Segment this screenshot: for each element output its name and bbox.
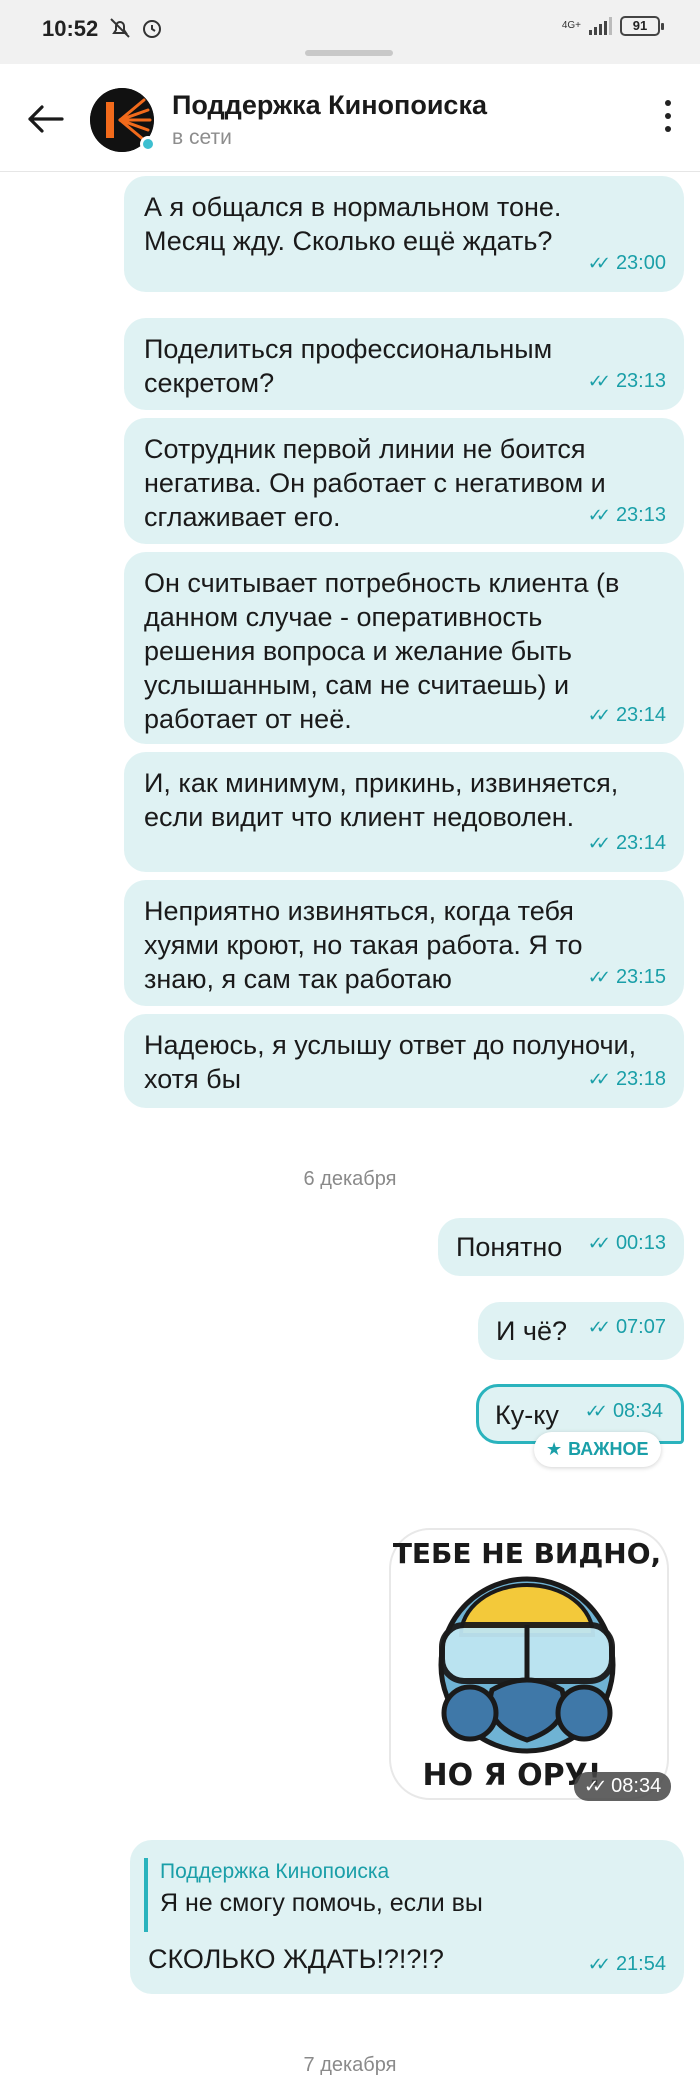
quoted-message[interactable]: Поддержка Кинопоиска Я не смогу помочь, …: [144, 1858, 483, 1932]
status-right: 4G+ 91: [561, 16, 664, 36]
double-check-icon: ✓✓: [587, 505, 611, 525]
message-time: 23:13: [615, 504, 666, 526]
double-check-icon: ✓✓: [584, 1776, 607, 1796]
message-time: 00:13: [615, 1232, 666, 1254]
message-meta: ✓✓ 23:00: [588, 246, 666, 280]
date-separator: 7 декабря: [303, 2054, 397, 2076]
status-time: 10:52: [42, 16, 99, 41]
double-check-icon: ✓✓: [587, 1317, 611, 1337]
sticker-text-top: ТЕБЕ НЕ ВИДНО,: [393, 1537, 661, 1570]
double-check-icon: ✓✓: [587, 833, 611, 853]
sticker-meta: ✓✓ 08:34: [574, 1772, 672, 1801]
double-check-icon: ✓✓: [587, 253, 611, 273]
sticker[interactable]: ТЕБЕ НЕ ВИДНО, НО Я ОРУ!: [384, 1515, 674, 1805]
message-meta: ✓✓ 23:18: [588, 1062, 666, 1096]
message-bubble[interactable]: И чё? ✓✓ 07:07: [478, 1302, 684, 1360]
status-icons: [108, 16, 164, 40]
network-label: 4G+: [561, 20, 581, 31]
message-time: 23:18: [615, 1068, 666, 1090]
message-time: 21:54: [615, 1953, 666, 1975]
message-meta: ✓✓ 23:15: [588, 960, 666, 994]
double-check-icon: ✓✓: [587, 1233, 611, 1253]
message-bubble[interactable]: Надеюсь, я услышу ответ до полуночи, хот…: [124, 1014, 684, 1108]
double-check-icon: ✓✓: [587, 967, 611, 987]
online-indicator: [140, 136, 156, 152]
message-bubble[interactable]: И, как минимум, прикинь, извиняется, есл…: [124, 752, 684, 872]
message-time: 07:07: [615, 1316, 666, 1338]
quote-text: Я не смогу помочь, если вы: [160, 1889, 483, 1917]
message-text: И, как минимум, прикинь, извиняется, есл…: [144, 768, 619, 832]
battery-icon: 91: [620, 16, 664, 36]
chat-title[interactable]: Поддержка Кинопоиска: [172, 90, 487, 121]
message-meta: ✓✓ 23:14: [588, 826, 666, 860]
message-meta: ✓✓ 21:54: [588, 1953, 666, 1976]
quote-author: Поддержка Кинопоиска: [160, 1860, 390, 1883]
chat-header: Поддержка Кинопоиска в сети: [0, 70, 700, 172]
back-arrow-icon[interactable]: [24, 98, 66, 140]
message-bubble[interactable]: Сотрудник первой линии не боится негатив…: [124, 418, 684, 544]
important-badge-label: ВАЖНОЕ: [568, 1439, 649, 1459]
message-bubble[interactable]: Поделиться профессиональным секретом? ✓✓…: [124, 318, 684, 410]
message-bubble[interactable]: Неприятно извиняться, когда тебя хуями к…: [124, 880, 684, 1006]
date-separator: 6 декабря: [303, 1168, 397, 1190]
message-meta: ✓✓ 23:13: [588, 364, 666, 398]
signal-icon: [589, 17, 612, 35]
message-text: СКОЛЬКО ЖДАТЬ!?!?!?: [148, 1944, 444, 1974]
important-badge[interactable]: ★ ВАЖНОЕ: [534, 1432, 661, 1467]
message-meta: ✓✓ 08:34: [585, 1394, 663, 1428]
message-time: 23:00: [615, 252, 666, 274]
message-bubble[interactable]: Понятно ✓✓ 00:13: [438, 1218, 684, 1276]
chat-status: в сети: [172, 126, 232, 149]
mute-bell-icon: [108, 16, 132, 40]
double-check-icon: ✓✓: [587, 1069, 611, 1089]
drag-handle[interactable]: [305, 50, 393, 56]
message-bubble[interactable]: Он считывает потребность клиента (в данн…: [124, 552, 684, 744]
message-time: 23:15: [615, 966, 666, 988]
message-bubble[interactable]: А я общался в нормальном тоне. Месяц жду…: [124, 176, 684, 292]
more-options-icon[interactable]: [662, 100, 674, 140]
double-check-icon: ✓✓: [587, 705, 611, 725]
message-time: 23:13: [615, 370, 666, 392]
double-check-icon: ✓✓: [587, 371, 611, 391]
message-meta: ✓✓ 23:13: [588, 498, 666, 532]
star-icon: ★: [546, 1439, 563, 1459]
double-check-icon: ✓✓: [587, 1954, 611, 1974]
message-meta: ✓✓ 07:07: [588, 1310, 666, 1344]
message-meta: ✓✓ 23:14: [588, 698, 666, 732]
alarm-icon: [140, 16, 164, 40]
message-time: 08:34: [612, 1400, 663, 1422]
message-meta: ✓✓ 00:13: [588, 1226, 666, 1260]
sticker-time: 08:34: [611, 1775, 662, 1797]
double-check-icon: ✓✓: [584, 1401, 608, 1421]
message-time: 23:14: [615, 704, 666, 726]
reply-message-bubble[interactable]: Поддержка Кинопоиска Я не смогу помочь, …: [130, 1840, 684, 1994]
message-time: 23:14: [615, 832, 666, 854]
